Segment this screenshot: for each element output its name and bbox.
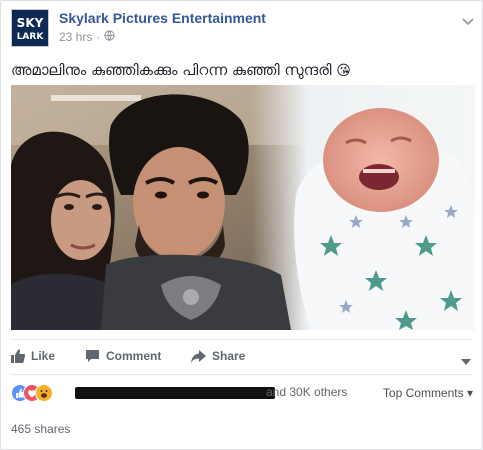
like-button[interactable]: Like <box>11 349 55 363</box>
top-comments-dropdown[interactable]: Top Comments ▾ <box>383 386 473 400</box>
globe-icon <box>104 30 115 44</box>
share-arrow-icon <box>191 349 206 363</box>
post-card: SKY LARK Skylark Pictures Entertainment … <box>0 0 483 450</box>
dropdown-caret-icon: ▾ <box>466 386 473 400</box>
post-meta: 23 hrs · <box>59 30 115 44</box>
post-timestamp[interactable]: 23 hrs <box>59 30 92 44</box>
top-comments-label: Top Comments <box>382 386 464 400</box>
thumbs-up-icon <box>11 349 25 363</box>
post-caption: അമാലിനും കുഞ്ഞികക്കും പിറന്ന കുഞ്ഞി സുന്… <box>11 61 332 79</box>
avatar-text-top: SKY <box>16 16 44 30</box>
shares-count[interactable]: 465 shares <box>11 422 70 436</box>
share-label: Share <box>212 349 246 363</box>
comment-label: Comment <box>106 349 162 363</box>
reaction-count[interactable]: and 30K others <box>266 385 347 399</box>
redacted-names <box>75 387 275 399</box>
post-photo-art <box>11 85 476 330</box>
like-label: Like <box>31 349 56 363</box>
comment-button[interactable]: Comment <box>85 349 161 363</box>
page-name-link[interactable]: Skylark Pictures Entertainment <box>59 10 266 26</box>
post-text: അമാലിനും കുഞ്ഞികക്കും പിറന്ന കുഞ്ഞി സുന്… <box>11 61 351 79</box>
page-avatar[interactable]: SKY LARK <box>11 9 49 47</box>
share-button[interactable]: Share <box>191 349 245 363</box>
comment-icon <box>86 350 99 362</box>
avatar-text-bottom: LARK <box>16 32 44 42</box>
post-action-bar: Like Comment Share <box>11 339 473 375</box>
reactions-bar: and 30K others Top Comments ▾ <box>11 382 473 404</box>
kiss-emoji: 😘 <box>336 63 351 79</box>
post-photo[interactable] <box>11 85 476 330</box>
haha-icon[interactable] <box>35 384 53 402</box>
share-options-chevron-icon[interactable] <box>461 352 471 370</box>
post-options-chevron-icon[interactable] <box>462 13 474 31</box>
meta-separator: · <box>96 30 101 44</box>
